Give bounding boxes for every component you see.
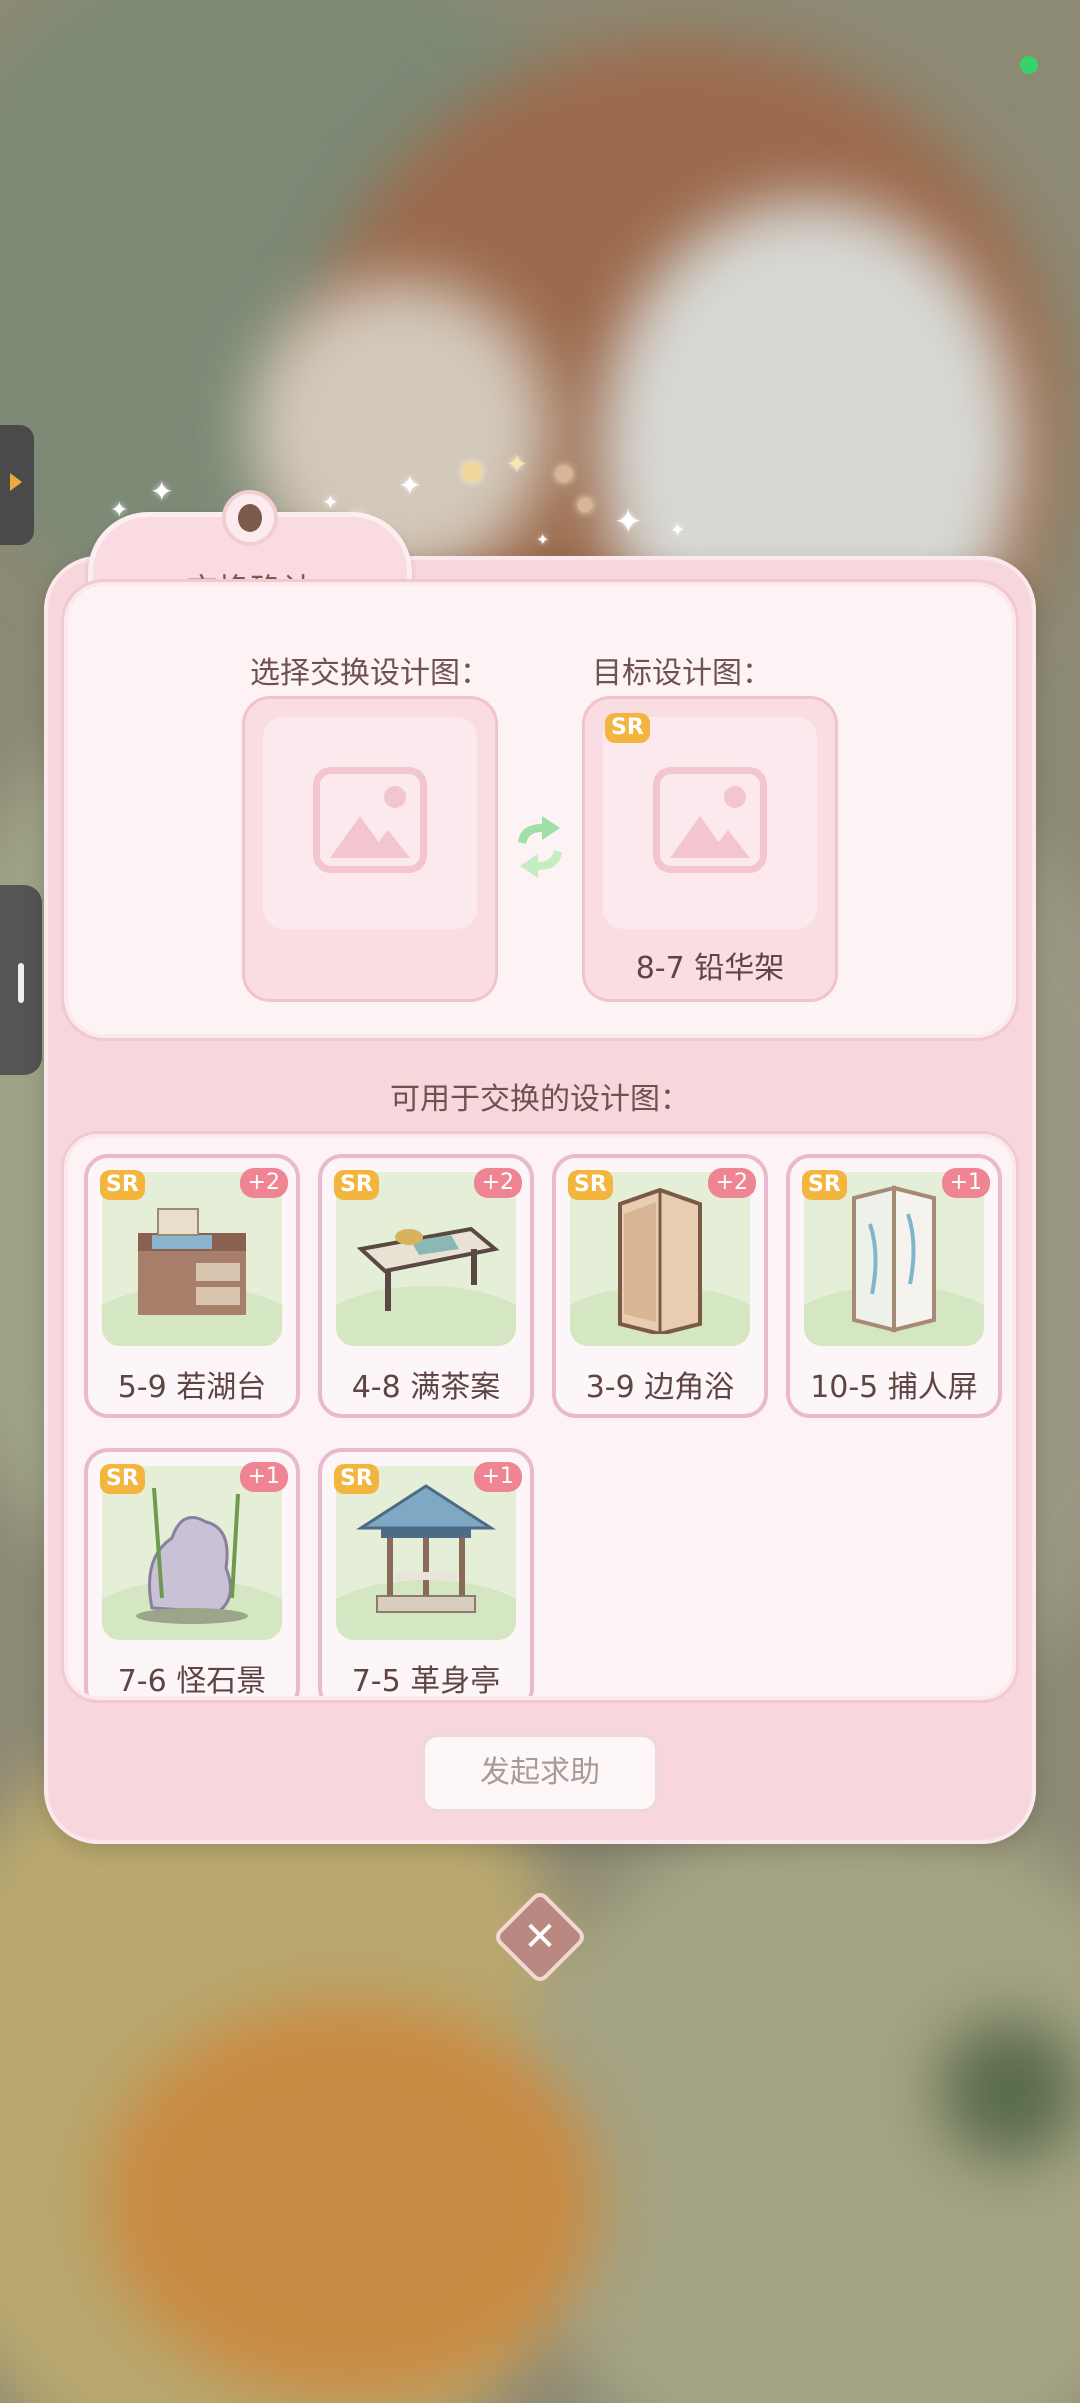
blueprint-list[interactable]: SR +2 5-9 若湖台 SR +2 4-8 满茶案 SR +2 3-9 边角… [64,1134,1016,1700]
rarity-badge: SR [334,1464,379,1494]
rarity-badge: SR [568,1170,613,1200]
rarity-badge: SR [100,1170,145,1200]
rock-bamboo-icon [136,1487,248,1624]
count-badge: +2 [707,1168,756,1198]
blueprint-card[interactable]: SR +2 4-8 满茶案 [318,1154,534,1418]
rarity-badge: SR [605,713,650,743]
side-expand-tab[interactable] [0,425,34,545]
request-help-button[interactable]: 发起求助 [422,1734,658,1812]
available-label: 可用于交换的设计图： [390,1082,690,1117]
chevron-right-icon [10,473,22,491]
count-badge: +1 [239,1462,288,1492]
blueprint-card[interactable]: SR +1 7-5 革身亭 [318,1448,534,1699]
image-placeholder-icon [313,767,427,873]
side-handle[interactable] [0,885,42,1075]
rarity-badge: SR [802,1170,847,1200]
bead-icon [578,498,592,512]
folding-screen-icon [852,1185,936,1333]
exchange-panel [64,582,1016,1038]
target-label: 目标设计图： [592,656,772,691]
close-icon[interactable]: ✕ [506,1903,574,1971]
bead-icon [556,466,572,482]
rarity-badge: SR [334,1170,379,1200]
blueprint-card[interactable]: SR +1 7-6 怪石景 [84,1448,300,1699]
tea-table-icon [356,1226,500,1311]
pavilion-icon [355,1484,497,1613]
shower-room-icon [618,1187,702,1334]
select-label: 选择交换设计图： [250,656,490,691]
sparkle-icon: ✦ [614,502,643,542]
blueprint-name: 7-6 怪石景 [117,1664,267,1699]
avatar [222,490,278,546]
blueprint-card[interactable]: SR +2 3-9 边角浴 [552,1154,768,1418]
blueprint-card[interactable]: SR +1 10-5 捕人屏 [786,1154,1002,1418]
slot-frame [263,717,477,929]
handle-bar [18,963,24,1003]
count-badge: +1 [941,1168,990,1198]
image-placeholder-icon [653,767,767,873]
blueprint-name: 3-9 边角浴 [585,1370,735,1405]
target-blueprint-name: 8-7 铅华架 [635,951,785,986]
slot-frame [603,717,817,929]
count-badge: +1 [473,1462,522,1492]
sparkle-icon: ✦ [670,520,686,541]
count-badge: +2 [473,1168,522,1198]
bead-icon [462,462,482,482]
blueprint-name: 7-5 革身亭 [351,1664,501,1699]
target-blueprint-slot: SR 8-7 铅华架 [582,696,838,1002]
sink-cabinet-icon [138,1208,246,1315]
sparkle-icon: ✦ [322,490,339,514]
count-badge: +2 [239,1168,288,1198]
blueprint-name: 10-5 捕人屏 [810,1370,978,1405]
status-indicator [1020,56,1038,74]
sparkle-icon: ✦ [506,450,528,480]
swap-arrows-icon [518,816,562,878]
sparkle-icon: ✦ [398,469,422,502]
sparkle-icon: ✦ [536,530,550,549]
select-blueprint-slot[interactable] [242,696,498,1002]
rarity-badge: SR [100,1464,145,1494]
sparkle-icon: ✦ [150,475,174,508]
blueprint-card[interactable]: SR +2 5-9 若湖台 [84,1154,300,1418]
blueprint-name: 4-8 满茶案 [351,1370,501,1405]
blueprint-name: 5-9 若湖台 [117,1370,267,1405]
